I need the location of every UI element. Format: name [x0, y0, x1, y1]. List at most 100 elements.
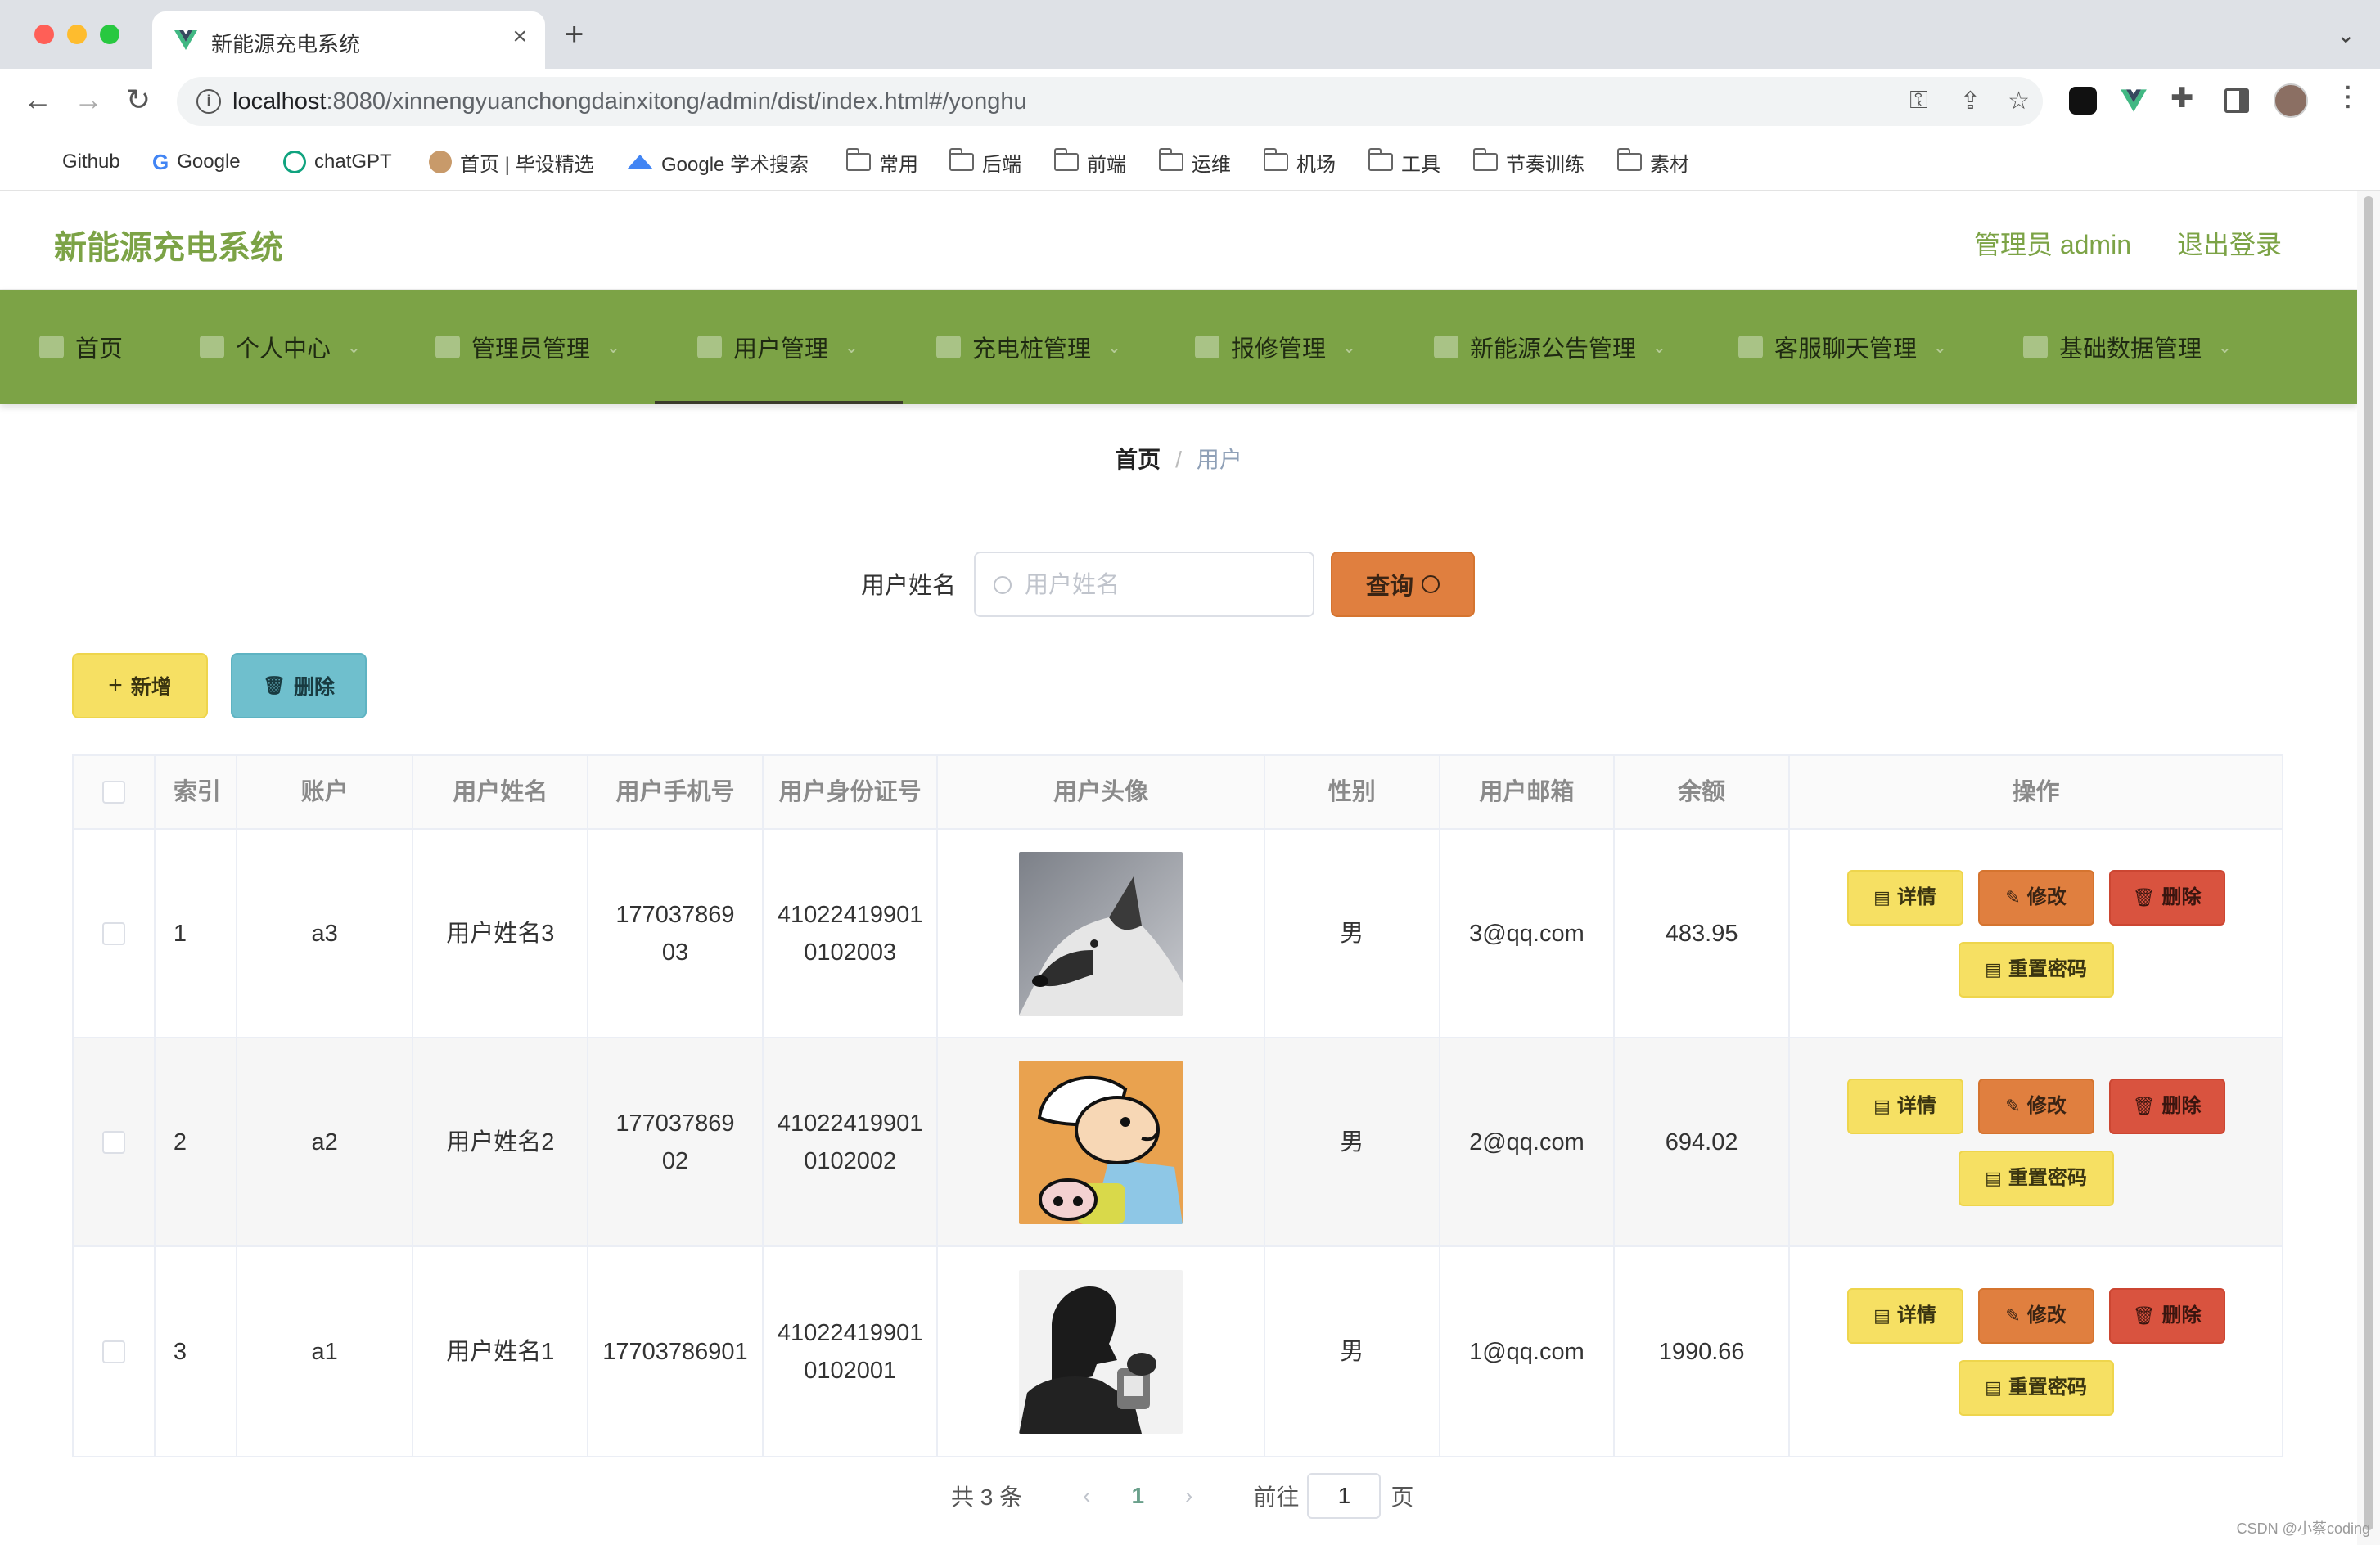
row-checkbox[interactable] — [101, 1130, 125, 1154]
bookmark-github[interactable]: Github — [62, 147, 120, 177]
folder-icon — [1617, 148, 1642, 171]
search-input[interactable] — [1025, 565, 1295, 606]
email-cell: 3@qq.com — [1440, 830, 1616, 1037]
menu-item-chat[interactable]: 客服聊天管理 ⌄ — [1738, 290, 1947, 404]
scrollbar-thumb[interactable] — [2364, 196, 2373, 1530]
window-minimize-button[interactable] — [67, 25, 87, 44]
menu-label: 客服聊天管理 — [1774, 336, 1918, 363]
delete-button[interactable]: 🗑 删除 — [2108, 869, 2225, 926]
window-zoom-button[interactable] — [100, 25, 119, 44]
chevron-right-icon[interactable]: › — [1185, 1483, 1192, 1509]
select-all-checkbox[interactable] — [101, 781, 125, 804]
current-user[interactable]: 管理员 admin — [1974, 224, 2131, 262]
browser-tab[interactable]: 新能源充电系统 × — [152, 11, 545, 69]
menu-item-basic-data[interactable]: 基础数据管理 ⌄ — [2023, 290, 2232, 404]
bookmark-star-icon[interactable]: ☆ — [2008, 87, 2030, 115]
row-checkbox[interactable] — [101, 1340, 125, 1363]
header-cell: 用户身份证号 — [764, 756, 939, 828]
detail-button[interactable]: ▤ 详情 — [1846, 1287, 1963, 1344]
more-menu-icon[interactable]: ⋮ — [2334, 80, 2362, 113]
edit-button[interactable]: ✎ 修改 — [1977, 1287, 2094, 1344]
extension-icon[interactable] — [2069, 87, 2097, 115]
reload-icon[interactable]: ↻ — [126, 83, 151, 116]
gender-cell: 男 — [1265, 830, 1440, 1037]
folder-icon — [1054, 148, 1079, 171]
share-icon[interactable]: ⇪ — [1960, 87, 1981, 115]
bookmark-folder-common[interactable]: 常用 — [846, 147, 918, 177]
key-icon[interactable]: ⚿ — [1909, 87, 1928, 115]
bookmark-folder-ops[interactable]: 运维 — [1159, 147, 1231, 177]
bookmark-chatgpt[interactable]: chatGPT — [283, 147, 392, 177]
page-jump-input[interactable]: 1 — [1307, 1473, 1382, 1519]
search-field[interactable] — [974, 552, 1314, 617]
back-arrow-icon[interactable]: ← — [23, 83, 52, 116]
tab-close-icon[interactable]: × — [512, 23, 527, 51]
cartoon-avatar-image[interactable] — [1019, 1060, 1183, 1224]
menu-label: 个人中心 — [236, 336, 331, 363]
add-button[interactable]: + 新增 — [72, 653, 208, 718]
reset-password-button[interactable]: ▤ 重置密码 — [1958, 1150, 2114, 1206]
forward-arrow-icon[interactable]: → — [74, 83, 103, 116]
document-icon: ▤ — [1873, 1095, 1891, 1116]
table-row: 3 a1 用户姓名1 17703786901 41022419901010200… — [74, 1247, 2282, 1456]
bookmark-bishe[interactable]: 首页 | 毕设精选 — [429, 147, 594, 177]
index-cell: 3 — [156, 1247, 237, 1456]
edit-button[interactable]: ✎ 修改 — [1977, 1078, 2094, 1134]
bookmark-folder-airport[interactable]: 机场 — [1264, 147, 1336, 177]
avatar-cell — [938, 1038, 1265, 1245]
menu-item-repair[interactable]: 报修管理 ⌄ — [1195, 290, 1356, 404]
gender-cell: 男 — [1265, 1247, 1440, 1456]
address-bar[interactable]: i localhost:8080/xinnengyuanchongdainxit… — [177, 77, 2043, 126]
add-label: 新增 — [130, 676, 172, 699]
phone-cell: 17703786902 — [588, 1038, 764, 1245]
detail-button[interactable]: ▤ 详情 — [1846, 1078, 1963, 1134]
profile-avatar[interactable] — [2274, 83, 2308, 118]
bookmark-label: 运维 — [1192, 153, 1231, 176]
puzzle-extensions-icon[interactable]: ✚ — [2170, 82, 2194, 115]
logout-link[interactable]: 退出登录 — [2177, 224, 2282, 262]
menu-item-charger[interactable]: 充电桩管理 ⌄ — [936, 290, 1121, 404]
pagination-page-suffix: 页 — [1391, 1484, 1414, 1510]
menu-item-admin[interactable]: 管理员管理 ⌄ — [435, 290, 620, 404]
select-all-cell — [74, 756, 156, 828]
bookmark-folder-frontend[interactable]: 前端 — [1054, 147, 1126, 177]
edit-label: 修改 — [2026, 1304, 2067, 1327]
bookmark-folder-assets[interactable]: 素材 — [1617, 147, 1689, 177]
menu-item-announcement[interactable]: 新能源公告管理 ⌄ — [1434, 290, 1666, 404]
query-label: 查询 — [1365, 574, 1413, 600]
menu-item-home[interactable]: 首页 — [39, 290, 123, 404]
man-avatar-image[interactable] — [1019, 1269, 1183, 1434]
breadcrumb-home[interactable]: 首页 — [1115, 447, 1161, 472]
bookmark-folder-backend[interactable]: 后端 — [949, 147, 1021, 177]
tab-title: 新能源充电系统 — [211, 32, 361, 56]
query-button[interactable]: 查询 — [1331, 552, 1475, 617]
url-text[interactable]: localhost:8080/xinnengyuanchongdainxiton… — [232, 88, 1027, 115]
page-scrollbar[interactable] — [2357, 191, 2380, 1545]
side-panel-icon[interactable] — [2224, 88, 2249, 113]
page-number-current[interactable]: 1 — [1131, 1483, 1144, 1509]
new-tab-button[interactable]: + — [565, 18, 584, 51]
header-cell: 用户姓名 — [413, 756, 589, 828]
menu-label: 新能源公告管理 — [1470, 336, 1637, 363]
id-card-text: 410224199010102003 — [777, 901, 923, 966]
reset-password-button[interactable]: ▤ 重置密码 — [1958, 941, 2114, 998]
chevron-left-icon[interactable]: ‹ — [1083, 1483, 1090, 1509]
site-info-icon[interactable]: i — [196, 89, 221, 114]
delete-button[interactable]: 🗑 删除 — [2108, 1287, 2225, 1344]
window-close-button[interactable] — [34, 25, 54, 44]
detail-button[interactable]: ▤ 详情 — [1846, 869, 1963, 926]
reset-password-button[interactable]: ▤ 重置密码 — [1958, 1359, 2114, 1416]
bookmark-scholar[interactable]: Google 学术搜索 — [627, 147, 809, 177]
tab-search-chevron-icon[interactable]: ⌄ — [2337, 21, 2355, 48]
row-checkbox[interactable] — [101, 921, 125, 945]
menu-item-profile[interactable]: 个人中心 ⌄ — [200, 290, 361, 404]
husky-avatar-image[interactable] — [1019, 851, 1183, 1016]
batch-delete-button[interactable]: 🗑 删除 — [231, 653, 367, 718]
bookmark-folder-rhythm[interactable]: 节奏训练 — [1473, 147, 1584, 177]
menu-item-users[interactable]: 用户管理 ⌄ — [655, 290, 903, 404]
bookmark-folder-tools[interactable]: 工具 — [1368, 147, 1440, 177]
vue-devtools-icon[interactable] — [2120, 87, 2148, 115]
delete-button[interactable]: 🗑 删除 — [2108, 1078, 2225, 1134]
edit-button[interactable]: ✎ 修改 — [1977, 869, 2094, 926]
bookmark-google[interactable]: G Google — [152, 147, 241, 177]
